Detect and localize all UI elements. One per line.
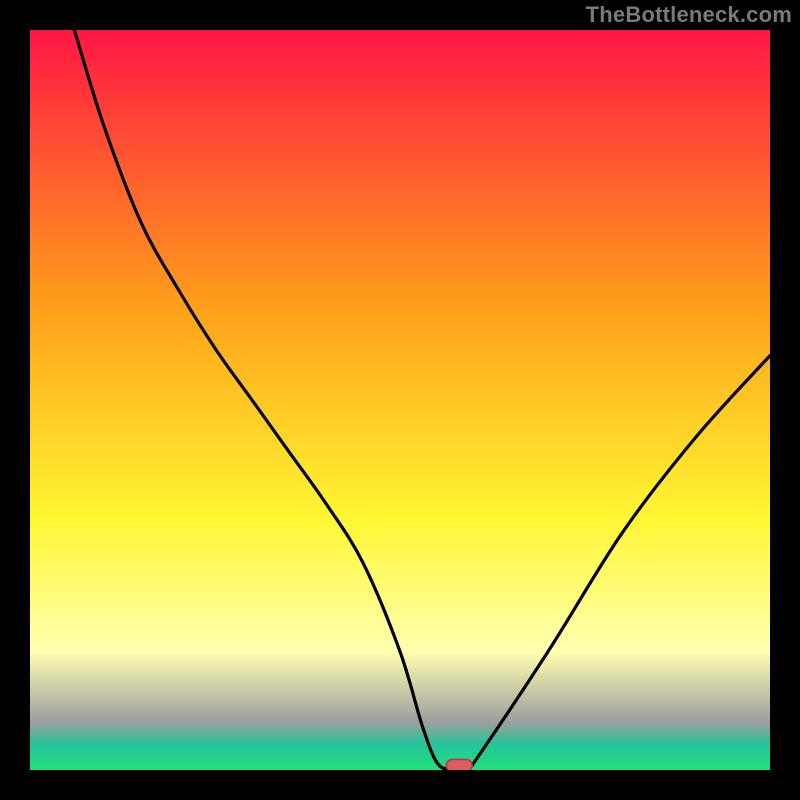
chart-container: TheBottleneck.com	[0, 0, 800, 800]
watermark-text: TheBottleneck.com	[586, 2, 792, 28]
gradient-background	[30, 30, 770, 770]
optimum-marker	[446, 760, 472, 772]
bottleneck-chart	[0, 0, 800, 800]
